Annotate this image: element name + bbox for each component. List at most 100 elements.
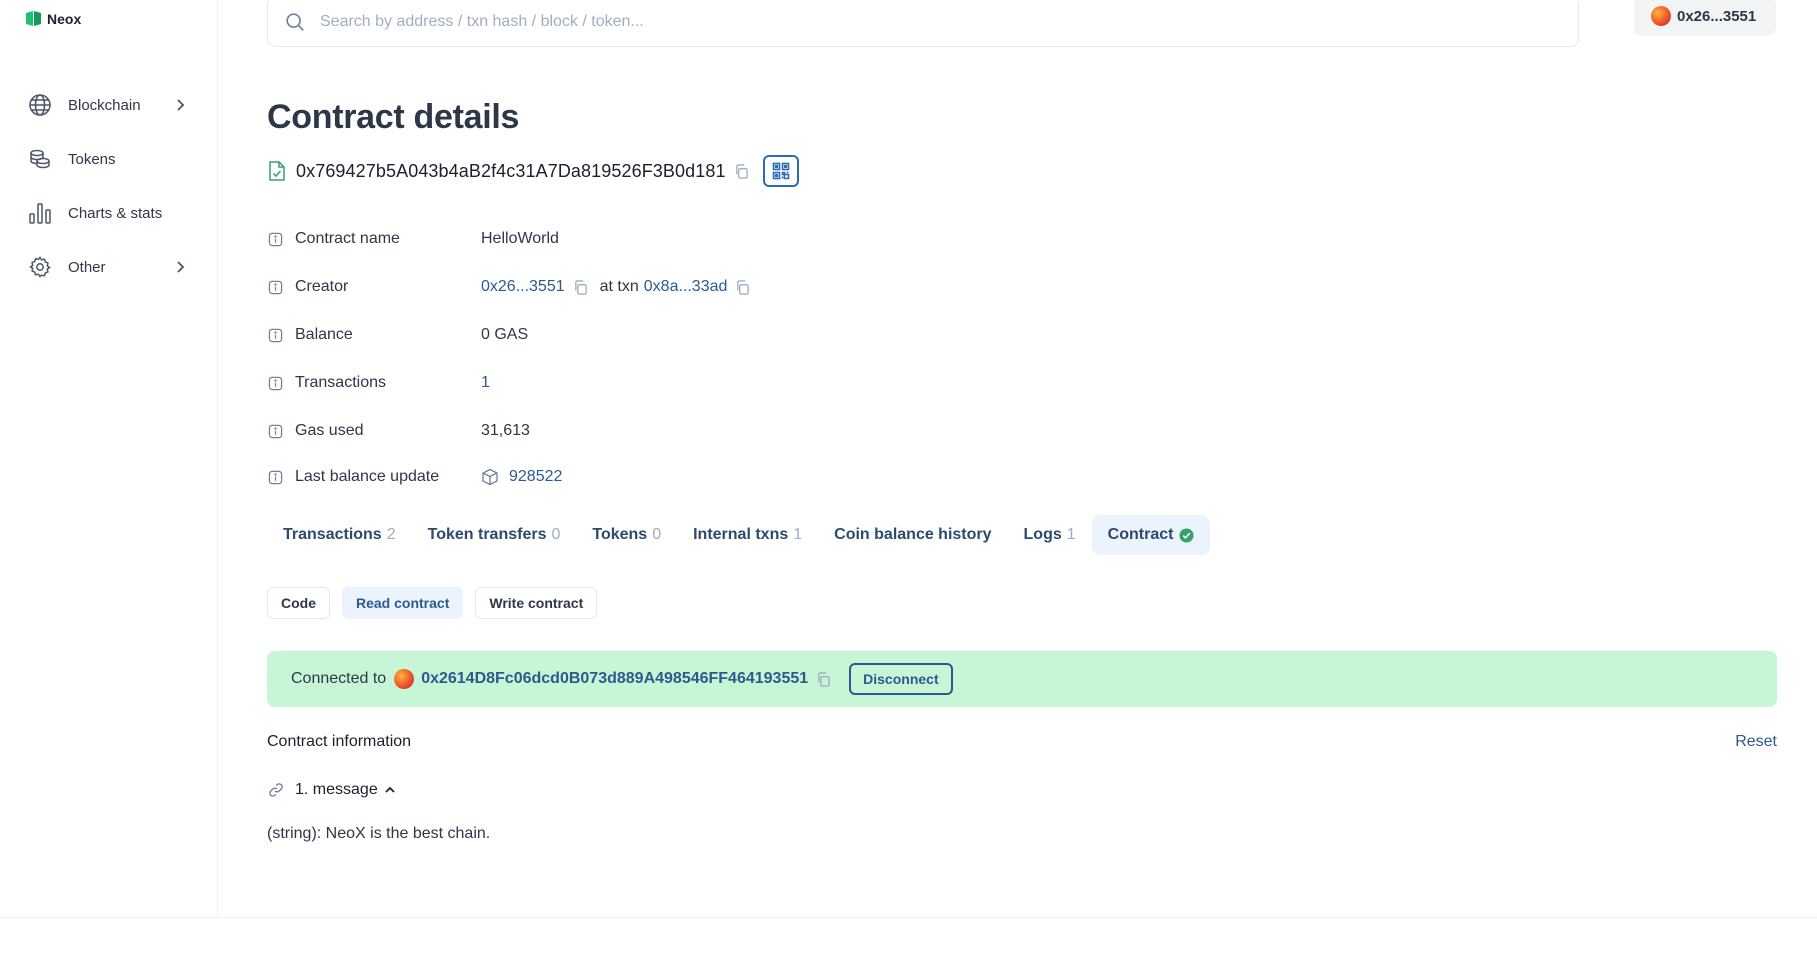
contract-address: 0x769427b5A043b4aB2f4c31A7Da819526F3B0d1… bbox=[296, 160, 726, 181]
transactions-count-link[interactable]: 1 bbox=[481, 374, 490, 392]
sidebar-item-label: Blockchain bbox=[68, 96, 141, 114]
at-txn-label: at txn bbox=[599, 278, 639, 295]
contract-information-title: Contract information bbox=[267, 733, 412, 750]
sidebar-item-blockchain[interactable]: Blockchain bbox=[28, 78, 188, 132]
tab-label: Token transfers bbox=[427, 526, 547, 543]
detail-row-gas-used: Gas used 31,613 bbox=[268, 407, 1068, 455]
tab-label: Coin balance history bbox=[834, 526, 992, 543]
subtab-read-contract[interactable]: Read contract bbox=[342, 587, 464, 619]
method-accordion-header[interactable]: 1. message bbox=[268, 781, 398, 799]
contract-name-value: HelloWorld bbox=[481, 230, 559, 247]
sidebar-item-charts-stats[interactable]: Charts & stats bbox=[28, 186, 188, 240]
disconnect-button[interactable]: Disconnect bbox=[849, 663, 953, 695]
verified-contract-icon bbox=[269, 161, 285, 181]
account-address: 0x26...3551 bbox=[1677, 7, 1757, 25]
tab-token-transfers[interactable]: Token transfers 0 bbox=[412, 515, 577, 555]
gas-used-value: 31,613 bbox=[481, 422, 530, 439]
block-number-link[interactable]: 928522 bbox=[509, 468, 562, 486]
tab-label: Internal txns bbox=[693, 526, 789, 543]
wallet-connected-banner: Connected to 0x2614D8Fc06dcd0B073d889A49… bbox=[267, 651, 1777, 707]
page-title: Contract details bbox=[267, 98, 520, 136]
avatar bbox=[394, 669, 415, 689]
sidebar-item-label: Tokens bbox=[68, 150, 116, 168]
copy-icon[interactable] bbox=[734, 163, 749, 179]
connected-address-link[interactable]: 0x2614D8Fc06dcd0B073d889A498546FF4641935… bbox=[421, 670, 808, 688]
info-icon[interactable] bbox=[268, 280, 283, 295]
detail-row-last-balance-update: Last balance update 928522 bbox=[268, 455, 1068, 499]
tab-count: 0 bbox=[551, 526, 561, 543]
tab-logs[interactable]: Logs 1 bbox=[1008, 515, 1092, 555]
sidebar-item-other[interactable]: Other bbox=[28, 240, 188, 294]
info-icon[interactable] bbox=[268, 424, 283, 439]
balance-value: 0 GAS bbox=[481, 326, 529, 343]
sidebar-item-label: Charts & stats bbox=[68, 204, 163, 222]
creator-address-link[interactable]: 0x26...3551 bbox=[481, 278, 565, 296]
tab-label: Tokens bbox=[592, 526, 648, 543]
detail-label: Creator bbox=[295, 278, 349, 295]
verified-check-icon bbox=[1179, 527, 1194, 543]
detail-label: Transactions bbox=[295, 374, 386, 391]
tab-count: 2 bbox=[386, 526, 396, 543]
copy-icon[interactable] bbox=[735, 279, 750, 295]
app-name: Neox bbox=[47, 10, 82, 27]
subtab-code[interactable]: Code bbox=[267, 587, 330, 619]
creation-txn-link[interactable]: 0x8a...33ad bbox=[644, 278, 728, 296]
neox-logo-icon bbox=[26, 11, 41, 26]
connected-label: Connected to bbox=[291, 670, 387, 687]
avatar bbox=[1651, 6, 1671, 26]
copy-icon[interactable] bbox=[816, 671, 831, 687]
detail-label: Last balance update bbox=[295, 468, 440, 485]
info-icon[interactable] bbox=[268, 232, 283, 247]
footer-divider bbox=[0, 917, 1817, 918]
tab-coin-balance-history[interactable]: Coin balance history bbox=[818, 515, 1007, 555]
info-icon[interactable] bbox=[268, 328, 283, 343]
search-icon bbox=[286, 12, 304, 31]
detail-label: Contract name bbox=[295, 230, 400, 247]
info-icon[interactable] bbox=[268, 376, 283, 391]
tab-count: 1 bbox=[1066, 526, 1076, 543]
tab-label: Logs bbox=[1023, 526, 1062, 543]
account-button[interactable]: 0x26...3551 bbox=[1634, 0, 1776, 36]
coins-icon bbox=[30, 149, 50, 169]
sidebar-item-label: Other bbox=[68, 258, 106, 276]
method-result: (string): NeoX is the best chain. bbox=[267, 825, 491, 842]
chevron-up-icon bbox=[385, 786, 395, 793]
tab-label: Contract bbox=[1107, 526, 1174, 543]
tab-transactions[interactable]: Transactions 2 bbox=[267, 515, 412, 555]
info-icon[interactable] bbox=[268, 470, 283, 485]
sidebar-item-tokens[interactable]: Tokens bbox=[28, 132, 188, 186]
detail-row-creator: Creator 0x26...3551 at txn 0x8a...33ad bbox=[268, 263, 1068, 311]
detail-label: Gas used bbox=[295, 422, 364, 439]
tab-count: 0 bbox=[652, 526, 662, 543]
last-balance-update-value: 928522 bbox=[481, 468, 562, 486]
chevron-right-icon bbox=[177, 99, 185, 111]
detail-row-contract-name: Contract name HelloWorld bbox=[268, 215, 1068, 263]
tab-internal-txns[interactable]: Internal txns 1 bbox=[677, 515, 818, 555]
tab-tokens[interactable]: Tokens 0 bbox=[576, 515, 677, 555]
globe-icon bbox=[29, 94, 51, 116]
link-icon[interactable] bbox=[268, 782, 284, 798]
contract-details: Contract name HelloWorld Creator 0x26...… bbox=[268, 215, 1068, 499]
subtab-write-contract[interactable]: Write contract bbox=[475, 587, 598, 619]
qr-code-button[interactable] bbox=[762, 155, 799, 187]
chevron-right-icon bbox=[177, 261, 185, 273]
search-bar[interactable] bbox=[267, 0, 1579, 47]
contract-subtabs: Code Read contract Write contract bbox=[267, 587, 598, 619]
tab-label: Transactions bbox=[283, 526, 382, 543]
qr-code-icon bbox=[772, 162, 789, 180]
tab-count: 1 bbox=[793, 526, 803, 543]
logo[interactable]: Neox bbox=[25, 10, 81, 27]
gear-icon bbox=[29, 256, 51, 278]
sidebar: Neox Blockchain Tokens Charts & stats Ot… bbox=[0, 0, 218, 917]
detail-row-transactions: Transactions 1 bbox=[268, 359, 1068, 407]
sidebar-nav: Blockchain Tokens Charts & stats Other bbox=[28, 78, 188, 294]
detail-row-balance: Balance 0 GAS bbox=[268, 311, 1068, 359]
search-input[interactable] bbox=[320, 12, 1520, 31]
block-cube-icon bbox=[482, 468, 498, 486]
creator-value: 0x26...3551 at txn 0x8a...33ad bbox=[481, 278, 750, 296]
bar-chart-icon bbox=[29, 203, 51, 224]
reset-link[interactable]: Reset bbox=[1735, 733, 1777, 751]
tab-contract[interactable]: Contract bbox=[1091, 515, 1211, 555]
address-tabs: Transactions 2 Token transfers 0 Tokens 0 I… bbox=[267, 515, 1211, 555]
copy-icon[interactable] bbox=[573, 279, 588, 295]
